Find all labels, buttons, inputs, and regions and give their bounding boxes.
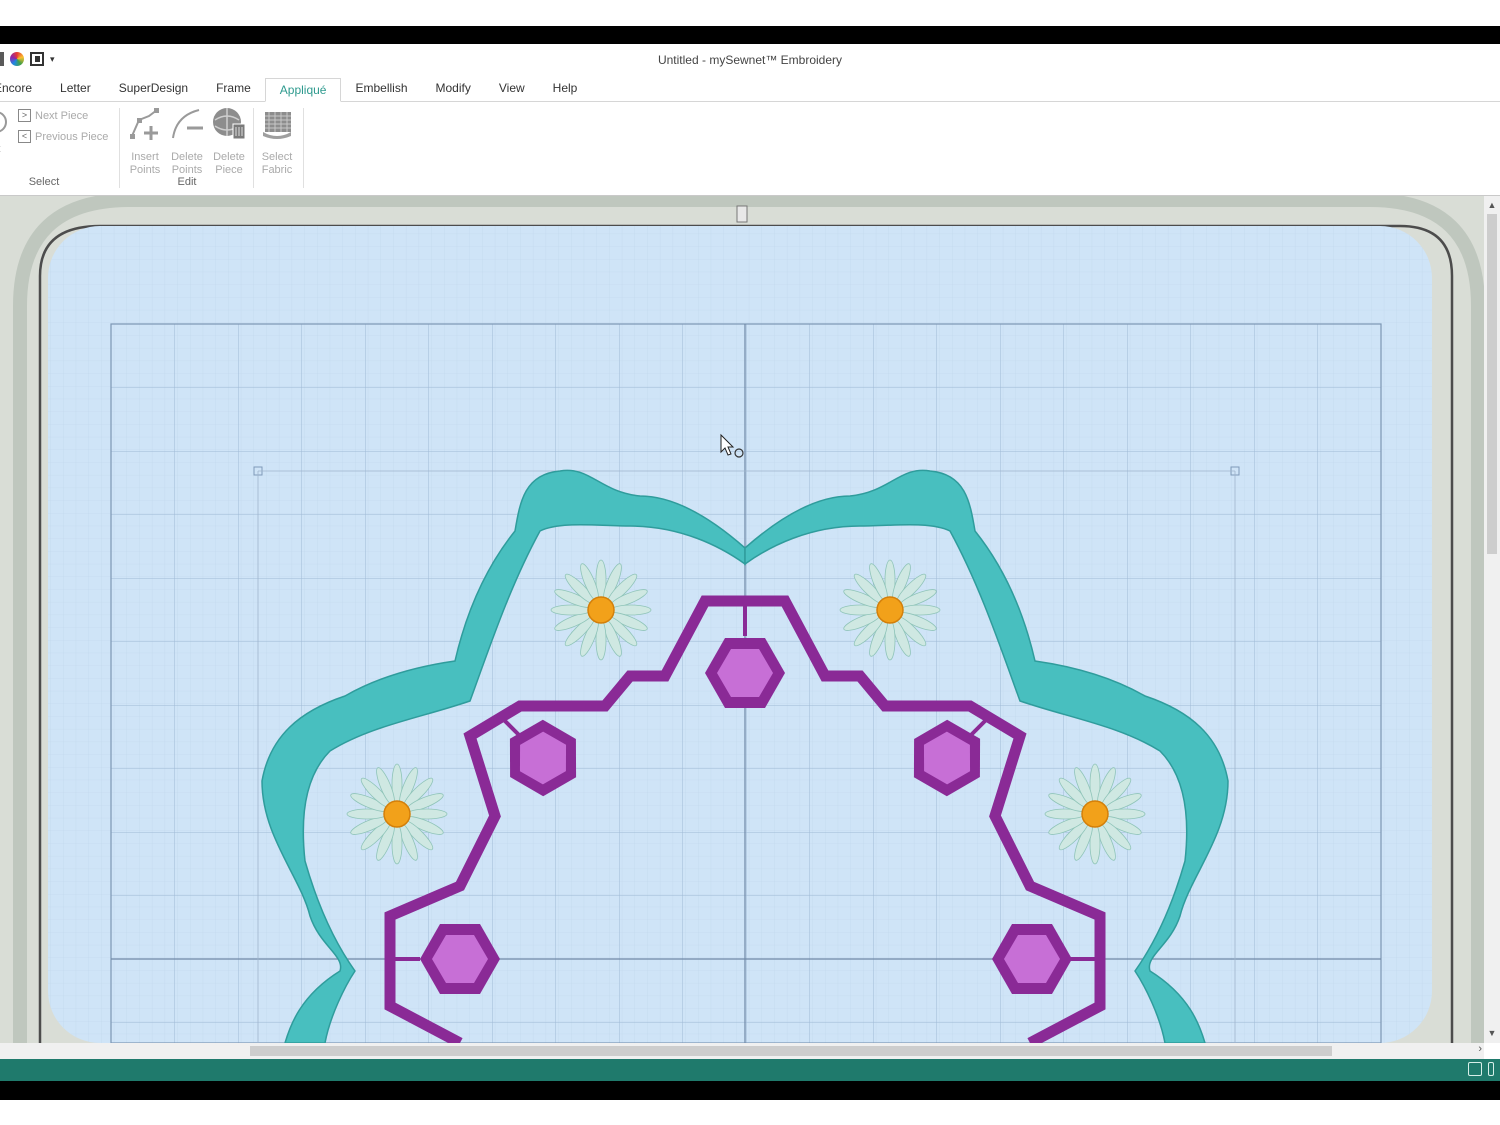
delete-piece-button[interactable]: Delete Piece <box>208 106 250 177</box>
tab-view[interactable]: View <box>485 77 539 101</box>
tab-superdesign[interactable]: SuperDesign <box>105 77 202 101</box>
select-piece-button[interactable]: cte <box>0 108 12 167</box>
design-workspace[interactable] <box>0 196 1500 1043</box>
daisy-motif[interactable] <box>346 763 448 865</box>
ribbon-separator <box>253 108 254 188</box>
scroll-down-icon[interactable]: ▼ <box>1484 1028 1500 1038</box>
insert-points-button[interactable]: Insert Points <box>124 106 166 177</box>
ribbon-separator <box>303 108 304 188</box>
select-fabric-icon <box>263 112 291 139</box>
vertical-scrollbar[interactable]: ▲ ▼ <box>1484 196 1500 1043</box>
zoom-to-fit-icon[interactable] <box>1468 1062 1482 1076</box>
previous-piece-label: Previous Piece <box>35 130 109 143</box>
daisy-motif[interactable] <box>550 559 652 661</box>
select-piece-icon <box>0 111 7 133</box>
tab-frame[interactable]: Frame <box>202 77 265 101</box>
previous-piece-icon: < <box>18 130 31 143</box>
next-piece-button[interactable]: > Next Piece <box>18 109 88 122</box>
ribbon-tabs: Encore Letter SuperDesign Frame Appliqué… <box>0 78 1500 102</box>
edit-group-label: Edit <box>177 176 197 188</box>
tab-help[interactable]: Help <box>539 77 592 101</box>
tab-modify[interactable]: Modify <box>422 77 485 101</box>
zoom-icon[interactable] <box>1488 1062 1494 1076</box>
select-piece-label-2: e <box>0 155 12 167</box>
ribbon-panel: cte > Next Piece < Previous Piece Select… <box>0 102 1500 196</box>
scroll-up-icon[interactable]: ▲ <box>1484 200 1500 210</box>
vertical-scroll-thumb[interactable] <box>1487 214 1497 554</box>
previous-piece-button[interactable]: < Previous Piece <box>18 130 108 143</box>
delete-piece-label-1: Delete <box>213 151 245 163</box>
fabric-group: Select Fabric <box>256 102 302 194</box>
tab-embellish[interactable]: Embellish <box>341 77 421 101</box>
status-bar <box>0 1059 1500 1081</box>
tab-letter[interactable]: Letter <box>46 77 105 101</box>
select-group: cte > Next Piece < Previous Piece Select <box>0 102 116 194</box>
ribbon-separator <box>119 108 120 188</box>
daisy-motif[interactable] <box>1044 763 1146 865</box>
next-piece-icon: > <box>18 109 31 122</box>
horizontal-scrollbar[interactable]: › <box>0 1043 1484 1059</box>
top-margin <box>0 0 1500 26</box>
insert-points-icon <box>130 108 159 140</box>
delete-points-label-1: Delete <box>171 151 203 163</box>
delete-piece-icon <box>213 108 246 140</box>
delete-points-icon <box>172 109 203 139</box>
select-fabric-label-1: Select <box>261 151 293 163</box>
insert-points-label-1: Insert <box>131 151 159 163</box>
hoop-canvas[interactable] <box>0 196 1485 1043</box>
select-group-label: Select <box>28 176 60 188</box>
select-fabric-button[interactable]: Select Fabric <box>256 106 298 177</box>
horizontal-scroll-thumb[interactable] <box>250 1046 1332 1056</box>
window-title: Untitled - mySewnet™ Embroidery <box>657 53 843 67</box>
scroll-right-icon[interactable]: › <box>1478 1043 1482 1055</box>
edit-group: Insert Points Delete Points Delete Piece Ed… <box>122 102 252 194</box>
bottom-margin <box>0 1100 1500 1125</box>
daisy-motif[interactable] <box>839 559 941 661</box>
select-piece-label-1: ct <box>0 143 12 155</box>
select-fabric-label-2: Fabric <box>261 164 293 176</box>
delete-points-button[interactable]: Delete Points <box>166 106 208 177</box>
video-letterbox-top <box>0 26 1500 44</box>
video-letterbox-bottom <box>0 1081 1500 1100</box>
next-piece-label: Next Piece <box>35 109 89 122</box>
tab-applique[interactable]: Appliqué <box>264 78 342 102</box>
tab-encore[interactable]: Encore <box>0 77 46 101</box>
hoop-top-marker <box>736 205 748 223</box>
